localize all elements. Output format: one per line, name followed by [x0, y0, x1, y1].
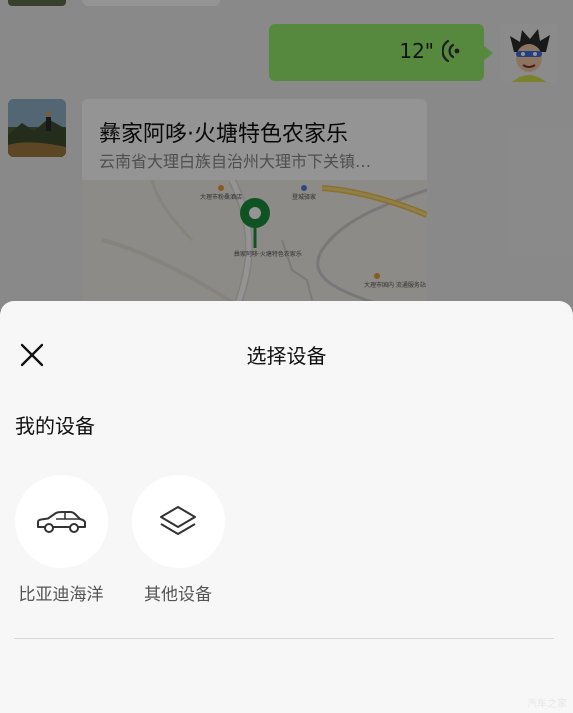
watermark: 汽车之家 — [527, 699, 567, 710]
sheet-title: 选择设备 — [246, 344, 327, 368]
device-item-byd-ocean[interactable]: 比亚迪海洋 — [1, 475, 121, 605]
layers-icon — [160, 505, 196, 535]
device-icon-circle[interactable] — [14, 475, 108, 568]
device-label: 其他设备 — [144, 585, 212, 605]
device-item-other-devices[interactable]: 其他设备 — [118, 475, 238, 605]
device-selection-sheet: 选择设备 我的设备 比亚迪海洋 其他设备 — [0, 301, 573, 713]
car-icon — [37, 510, 86, 533]
device-icon-circle[interactable] — [131, 475, 225, 568]
section-label-my-devices: 我的设备 — [15, 414, 95, 438]
device-label: 比亚迪海洋 — [18, 585, 104, 605]
sheet-divider — [14, 638, 554, 639]
